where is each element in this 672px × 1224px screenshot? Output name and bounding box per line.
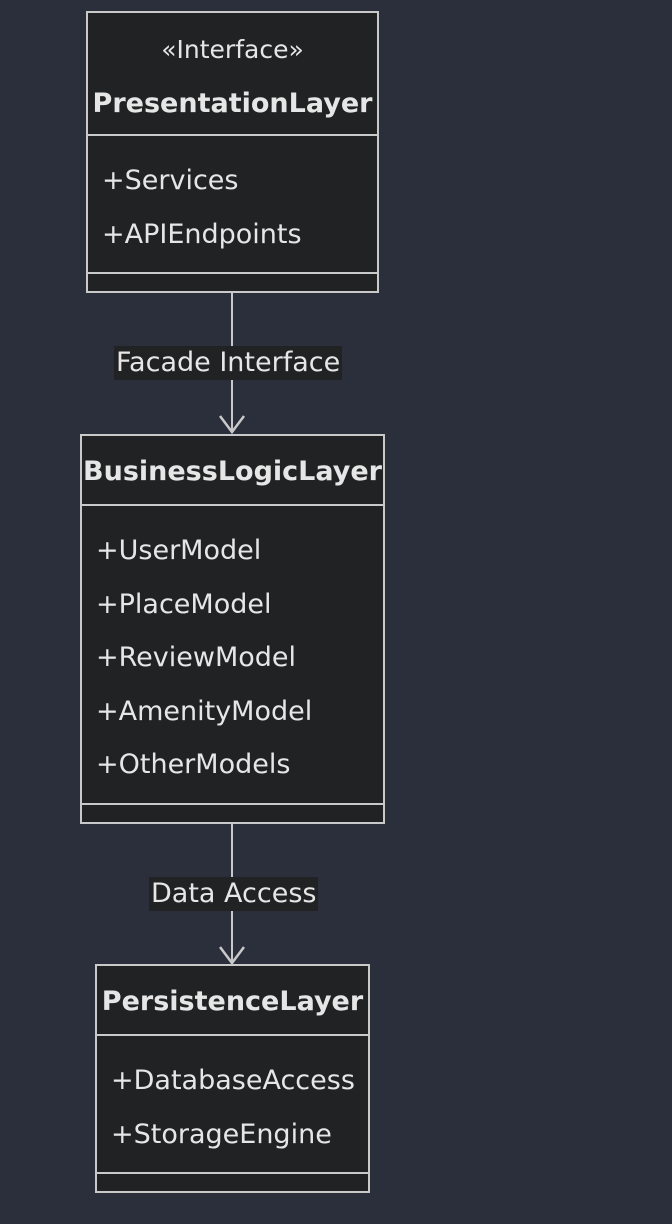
attribute: +Services xyxy=(102,165,239,196)
attribute: +APIEndpoints xyxy=(102,218,302,250)
attribute: +OtherModels xyxy=(96,749,291,780)
methods-section xyxy=(97,1174,368,1193)
class-header: BusinessLogicLayer xyxy=(82,436,383,506)
facade-edge-label: Facade Interface xyxy=(114,346,343,380)
methods-section xyxy=(88,274,377,293)
class-diagram: «Interface» PresentationLayer +Services … xyxy=(0,0,672,1224)
attribute: +DatabaseAccess xyxy=(111,1065,355,1096)
methods-section xyxy=(82,805,383,824)
class-header: «Interface» PresentationLayer xyxy=(88,13,377,136)
business-logic-layer-class[interactable]: BusinessLogicLayer +UserModel +PlaceMode… xyxy=(80,434,385,824)
attribute: +ReviewModel xyxy=(96,642,297,673)
stereotype-label: «Interface» xyxy=(161,35,304,64)
presentation-layer-class[interactable]: «Interface» PresentationLayer +Services … xyxy=(86,11,379,293)
attribute: +StorageEngine xyxy=(111,1118,332,1150)
attribute: +UserModel xyxy=(96,535,262,566)
class-name: PresentationLayer xyxy=(92,88,373,119)
attribute: +PlaceModel xyxy=(96,588,272,620)
class-name: BusinessLogicLayer xyxy=(83,456,382,487)
attributes-section: +DatabaseAccess +StorageEngine xyxy=(97,1036,368,1174)
attributes-section: +UserModel +PlaceModel +ReviewModel +Ame… xyxy=(82,506,383,805)
class-header: PersistenceLayer xyxy=(97,966,368,1036)
class-name: PersistenceLayer xyxy=(101,986,364,1017)
data-access-edge-label: Data Access xyxy=(149,877,319,911)
attributes-section: +Services +APIEndpoints xyxy=(88,136,377,274)
persistence-layer-class[interactable]: PersistenceLayer +DatabaseAccess +Storag… xyxy=(95,964,370,1193)
attribute: +AmenityModel xyxy=(96,695,313,727)
facade-arrowhead xyxy=(219,415,245,435)
